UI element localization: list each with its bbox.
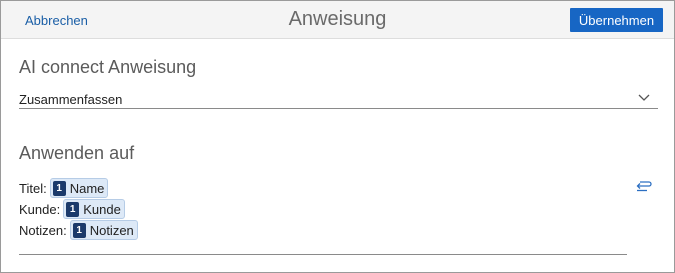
token-index-badge: 1: [72, 222, 86, 238]
instruction-selected-value: Zusammenfassen: [19, 92, 123, 107]
field-row-customer: Kunde: 1 Kunde: [19, 199, 125, 219]
field-label: Kunde:: [19, 201, 61, 217]
apply-button[interactable]: Übernehmen: [570, 8, 663, 32]
field-token-customer[interactable]: 1 Kunde: [63, 199, 125, 219]
field-row-title: Titel: 1 Name: [19, 178, 109, 198]
cancel-link[interactable]: Abbrechen: [25, 13, 88, 28]
token-name: Name: [69, 180, 105, 196]
apply-to-section-title: Anwenden auf: [19, 143, 135, 163]
token-name: Kunde: [83, 201, 121, 217]
edit-mapping-icon[interactable]: [634, 179, 652, 193]
field-label: Notizen:: [19, 222, 67, 238]
instruction-dropdown[interactable]: Zusammenfassen: [19, 89, 658, 109]
dialog-window: Abbrechen Anweisung Übernehmen AI connec…: [0, 0, 675, 273]
divider: [19, 254, 627, 255]
field-token-notes[interactable]: 1 Notizen: [69, 220, 138, 240]
token-index-badge: 1: [66, 201, 80, 217]
instruction-section-title: AI connect Anweisung: [19, 57, 197, 77]
chevron-down-icon: [638, 94, 650, 101]
field-label: Titel:: [19, 180, 47, 196]
token-name: Notizen: [89, 222, 134, 238]
token-index-badge: 1: [52, 180, 66, 196]
dialog-header: Abbrechen Anweisung Übernehmen: [1, 1, 674, 39]
field-token-name[interactable]: 1 Name: [49, 178, 109, 198]
field-row-notes: Notizen: 1 Notizen: [19, 220, 138, 240]
